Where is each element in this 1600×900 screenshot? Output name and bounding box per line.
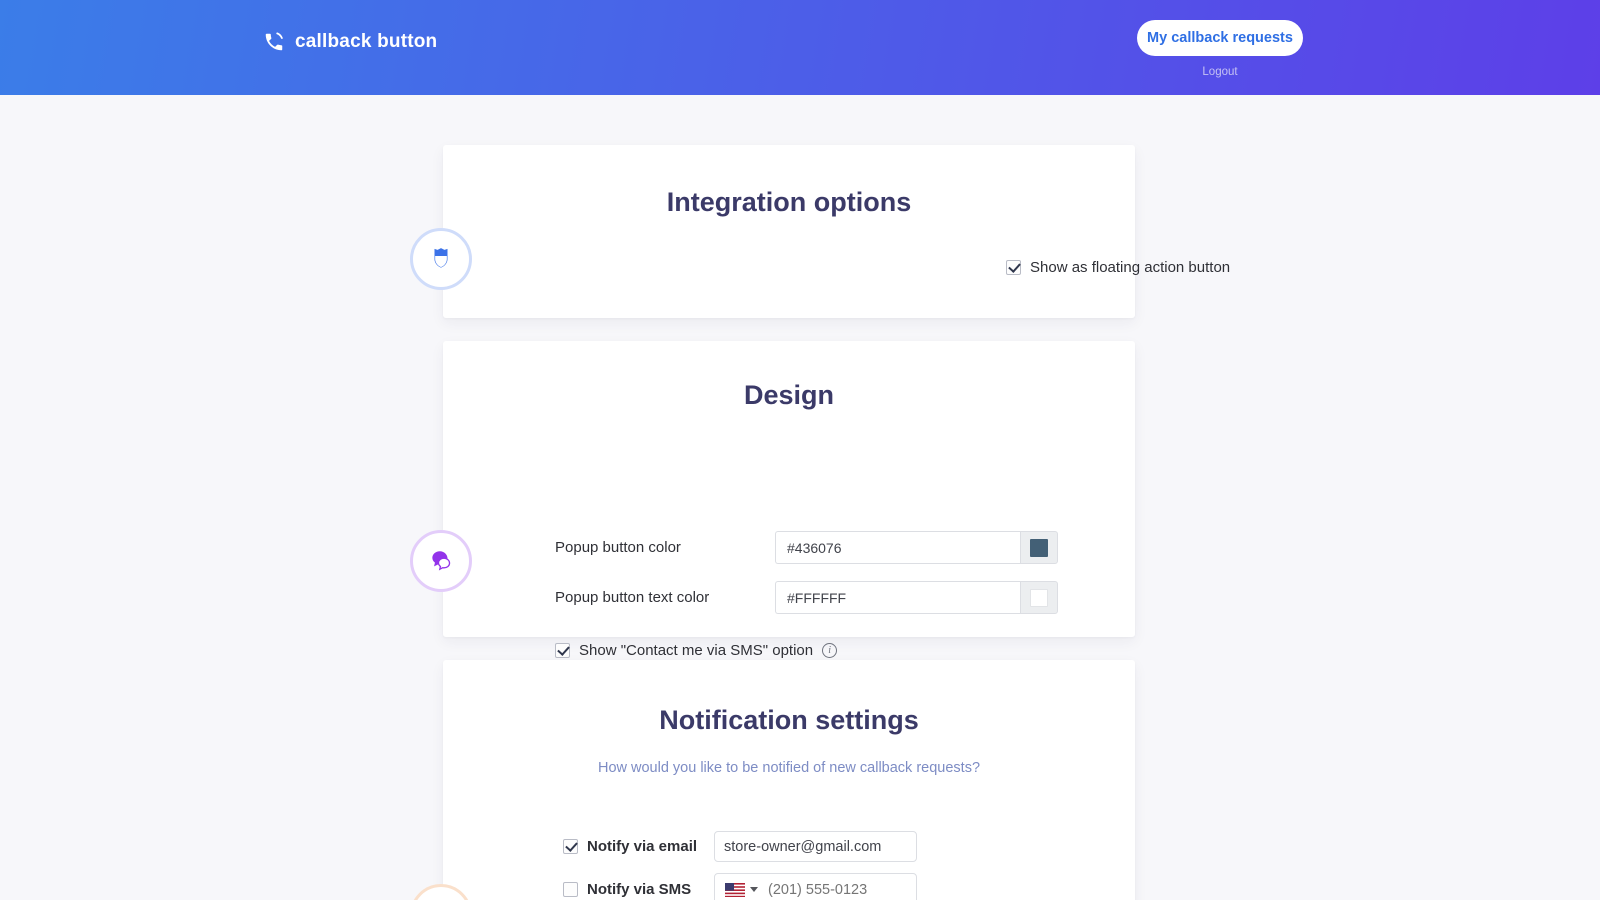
notify-email-row: Notify via email (563, 831, 917, 862)
notify-sms-row: Notify via SMS (563, 873, 917, 900)
show-sms-option-checkbox[interactable] (555, 643, 570, 658)
popup-button-color-input-group (775, 531, 1058, 564)
account-actions: My callback requests Logout (1137, 20, 1303, 80)
shield-badge-icon (410, 228, 472, 290)
country-code-selector[interactable] (715, 874, 764, 900)
chat-bubbles-icon (410, 530, 472, 592)
popup-button-color-input[interactable] (775, 531, 1020, 564)
my-callback-requests-button[interactable]: My callback requests (1137, 20, 1303, 56)
app-header: callback button My callback requests Log… (0, 0, 1600, 95)
sms-option-info-icon[interactable]: i (822, 643, 837, 658)
popup-button-text-color-row: Popup button text color (555, 581, 1058, 614)
notify-sms-label: Notify via SMS (587, 881, 705, 898)
notification-settings-card: Notification settings How would you like… (443, 660, 1135, 900)
page-title-notifications: Notification settings (443, 660, 1135, 736)
popup-button-color-label: Popup button color (555, 539, 775, 556)
design-card: Design Popup button color Popup button t… (443, 341, 1135, 637)
brand-logo: callback button (263, 30, 437, 54)
notifications-subtitle: How would you like to be notified of new… (443, 760, 1135, 776)
show-sms-option-label: Show "Contact me via SMS" option (579, 642, 813, 659)
popup-button-text-color-input-group (775, 581, 1058, 614)
floating-action-button-row[interactable]: Show as floating action button (1006, 259, 1230, 276)
integration-options-card: Integration options Show as floating act… (443, 145, 1135, 318)
notify-sms-phone-field (714, 873, 917, 900)
page-title-design: Design (443, 341, 1135, 411)
notify-sms-phone-input[interactable] (764, 882, 917, 898)
brand-name: callback button (295, 31, 437, 53)
floating-action-button-checkbox[interactable] (1006, 260, 1021, 275)
price-tag-icon (410, 884, 472, 900)
show-sms-option-row[interactable]: Show "Contact me via SMS" option i (555, 642, 837, 659)
notify-sms-checkbox[interactable] (563, 882, 578, 897)
popup-button-text-color-swatch (1030, 589, 1048, 607)
notify-email-label: Notify via email (587, 838, 705, 855)
popup-button-text-color-label: Popup button text color (555, 589, 775, 606)
us-flag-icon (725, 883, 745, 897)
chevron-down-icon (750, 887, 758, 892)
notify-email-checkbox[interactable] (563, 839, 578, 854)
floating-action-button-label: Show as floating action button (1030, 259, 1230, 276)
popup-button-color-swatch-button[interactable] (1020, 531, 1058, 564)
popup-button-color-row: Popup button color (555, 531, 1058, 564)
popup-button-text-color-input[interactable] (775, 581, 1020, 614)
popup-button-text-color-swatch-button[interactable] (1020, 581, 1058, 614)
phone-callback-icon (263, 30, 285, 54)
popup-button-color-swatch (1030, 539, 1048, 557)
page-title-integration: Integration options (443, 145, 1135, 218)
logout-link[interactable]: Logout (1202, 66, 1237, 78)
notify-email-input[interactable] (714, 831, 917, 862)
